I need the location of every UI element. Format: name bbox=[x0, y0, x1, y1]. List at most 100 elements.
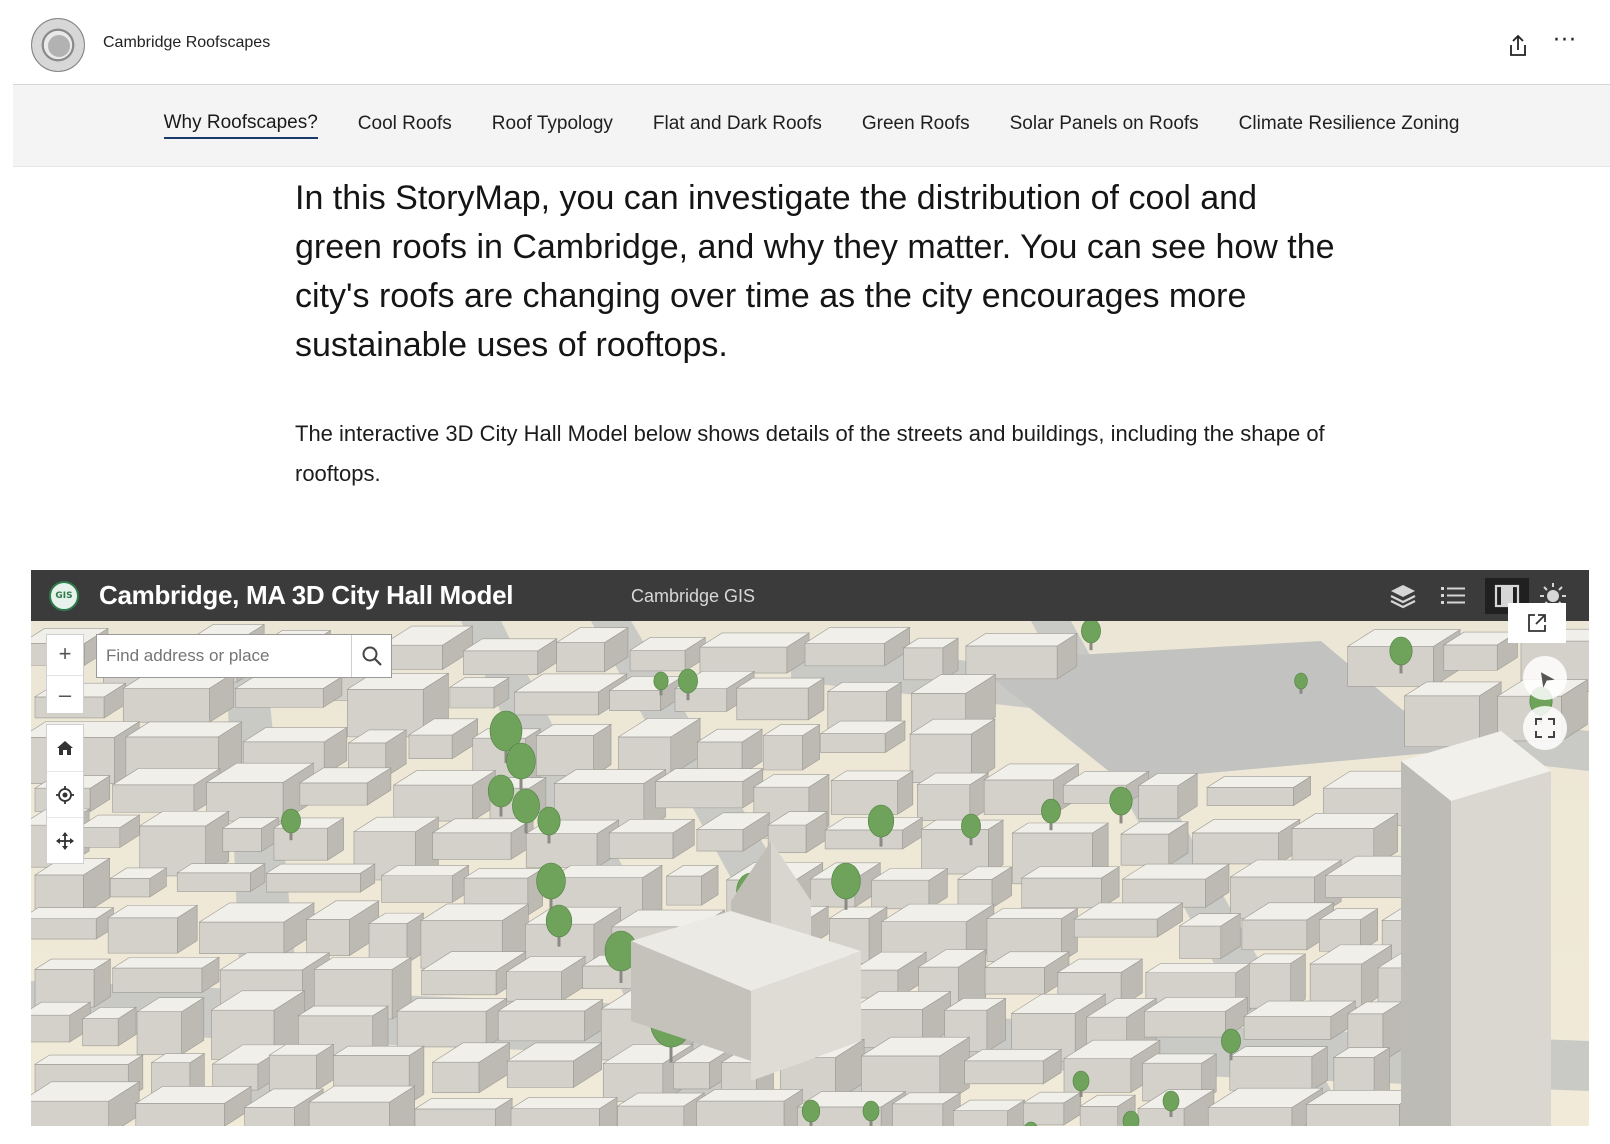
story-content: In this StoryMap, you can investigate th… bbox=[295, 174, 1335, 494]
story-paragraph: The interactive 3D City Hall Model below… bbox=[295, 421, 1325, 486]
building bbox=[735, 677, 825, 721]
building bbox=[762, 724, 821, 771]
pan-button[interactable] bbox=[47, 817, 83, 863]
nav-item-solar-panels[interactable]: Solar Panels on Roofs bbox=[1010, 113, 1199, 138]
nav-item-flat-dark-roofs[interactable]: Flat and Dark Roofs bbox=[653, 113, 822, 138]
zoom-out-button[interactable]: – bbox=[47, 675, 83, 715]
map-search bbox=[96, 634, 392, 678]
building bbox=[497, 998, 604, 1042]
building bbox=[221, 817, 280, 852]
search-button[interactable] bbox=[351, 635, 391, 677]
story-lede: In this StoryMap, you can investigate th… bbox=[295, 179, 1335, 364]
compass-icon bbox=[1540, 672, 1555, 688]
embedded-3d-map[interactable]: GIS Cambridge, MA 3D City Hall Model Cam… bbox=[31, 570, 1589, 1126]
share-icon bbox=[1510, 34, 1526, 56]
building bbox=[392, 769, 497, 822]
fullscreen-icon bbox=[1535, 718, 1555, 738]
legend-button[interactable] bbox=[1435, 578, 1471, 614]
building bbox=[462, 638, 558, 676]
building bbox=[963, 1048, 1063, 1085]
building bbox=[368, 912, 425, 964]
building bbox=[265, 863, 376, 893]
home-button[interactable] bbox=[47, 725, 83, 771]
building bbox=[902, 637, 960, 681]
city-seal-logo[interactable] bbox=[31, 18, 85, 72]
embed-header: GIS Cambridge, MA 3D City Hall Model Cam… bbox=[31, 570, 1589, 621]
share-button[interactable] bbox=[1504, 32, 1532, 60]
home-icon bbox=[57, 741, 73, 755]
locate-button[interactable] bbox=[47, 771, 83, 817]
building bbox=[122, 672, 235, 723]
building bbox=[1121, 863, 1231, 908]
building bbox=[1120, 821, 1190, 866]
pan-icon bbox=[56, 831, 74, 850]
building bbox=[268, 1043, 335, 1092]
building bbox=[413, 1097, 514, 1126]
building bbox=[308, 1085, 416, 1126]
nav-item-why-roofscapes[interactable]: Why Roofscapes? bbox=[163, 112, 318, 139]
site-title[interactable]: Cambridge Roofscapes bbox=[103, 34, 270, 52]
building bbox=[870, 867, 949, 910]
building bbox=[830, 770, 914, 815]
open-in-new-window-button[interactable] bbox=[1508, 603, 1566, 643]
building bbox=[448, 677, 510, 709]
building bbox=[111, 767, 221, 813]
building bbox=[1243, 1000, 1357, 1040]
site-header: Cambridge Roofscapes ··· bbox=[0, 0, 1610, 84]
nav-item-climate-resilience[interactable]: Climate Resilience Zoning bbox=[1239, 113, 1460, 138]
building bbox=[964, 632, 1078, 680]
nav-item-roof-typology[interactable]: Roof Typology bbox=[492, 113, 613, 138]
building bbox=[107, 904, 199, 954]
building bbox=[31, 907, 115, 940]
building bbox=[1228, 1046, 1329, 1091]
section-navigation: Why Roofscapes? Cool Roofs Roof Typology… bbox=[13, 84, 1610, 167]
building bbox=[698, 632, 811, 674]
popout-icon bbox=[1528, 614, 1546, 632]
nav-item-cool-roofs[interactable]: Cool Roofs bbox=[358, 113, 452, 138]
building bbox=[1191, 818, 1301, 865]
building bbox=[608, 818, 696, 859]
embed-subtitle: Cambridge GIS bbox=[631, 586, 756, 606]
building bbox=[616, 1092, 706, 1126]
building bbox=[1442, 631, 1519, 671]
seal-emblem bbox=[48, 35, 70, 57]
more-icon: ··· bbox=[1553, 28, 1577, 53]
building bbox=[510, 1096, 619, 1126]
building bbox=[33, 958, 112, 1008]
building bbox=[1178, 913, 1242, 960]
tall-building bbox=[1401, 731, 1551, 1126]
building bbox=[431, 818, 535, 860]
legend-icon bbox=[1441, 587, 1465, 604]
building bbox=[1248, 953, 1307, 1009]
zoom-in-button[interactable]: + bbox=[47, 635, 83, 675]
building bbox=[696, 728, 764, 775]
fullscreen-button[interactable] bbox=[1523, 706, 1567, 750]
building bbox=[695, 1088, 804, 1126]
building bbox=[803, 626, 911, 667]
nav-item-green-roofs[interactable]: Green Roofs bbox=[862, 113, 970, 138]
more-options-button[interactable]: ··· bbox=[1550, 30, 1580, 58]
building bbox=[234, 676, 343, 708]
layers-button[interactable] bbox=[1385, 578, 1421, 614]
gis-logo: GIS bbox=[49, 581, 79, 611]
layers-icon bbox=[1390, 585, 1416, 609]
search-input[interactable] bbox=[97, 635, 351, 677]
building bbox=[1206, 776, 1312, 807]
compass-button[interactable] bbox=[1523, 656, 1567, 700]
building bbox=[380, 864, 470, 903]
zoom-controls: + – bbox=[46, 634, 84, 714]
building bbox=[1020, 866, 1121, 909]
building bbox=[31, 1081, 141, 1126]
3d-city-scene[interactable] bbox=[31, 621, 1589, 1126]
locate-icon bbox=[56, 785, 74, 804]
building bbox=[176, 863, 266, 892]
building bbox=[665, 865, 720, 906]
building bbox=[654, 768, 764, 809]
building bbox=[952, 1099, 1026, 1126]
building bbox=[396, 997, 508, 1048]
building bbox=[111, 956, 221, 993]
building bbox=[535, 723, 613, 777]
embed-title: Cambridge, MA 3D City Hall Model bbox=[99, 580, 514, 610]
building bbox=[1137, 772, 1199, 819]
building bbox=[891, 1092, 962, 1126]
